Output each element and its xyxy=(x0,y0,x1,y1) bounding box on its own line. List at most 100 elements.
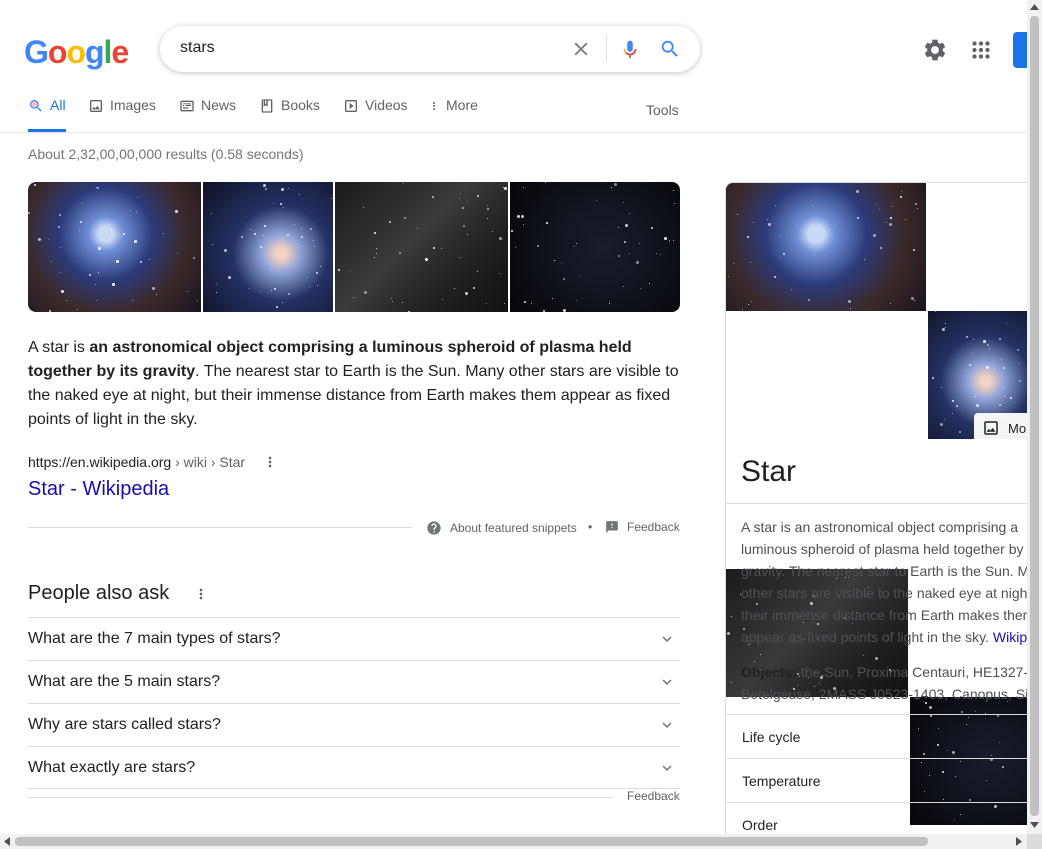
snippet-feedback-link[interactable]: Feedback xyxy=(605,520,680,534)
star-dot xyxy=(460,256,462,258)
star-dot xyxy=(294,223,296,225)
tab-books[interactable]: Books xyxy=(259,96,320,132)
star-dot xyxy=(391,298,393,300)
video-icon xyxy=(345,100,357,112)
star-dot xyxy=(931,377,934,380)
more-options-icon[interactable] xyxy=(193,584,209,604)
vertical-scrollbar[interactable] xyxy=(1027,0,1042,834)
star-dot xyxy=(914,299,916,301)
more-images-button[interactable]: Mo xyxy=(974,413,1027,443)
star-dot xyxy=(826,234,828,236)
star-dot xyxy=(392,300,394,302)
scroll-down-arrow-icon[interactable] xyxy=(1030,822,1039,828)
star-dot xyxy=(417,227,419,229)
star-dot xyxy=(110,230,112,232)
star-dot xyxy=(885,221,887,223)
microphone-icon[interactable] xyxy=(619,38,641,60)
about-featured-snippets-link[interactable]: About featured snippets xyxy=(426,520,577,536)
paa-question[interactable]: What are the 7 main types of stars? xyxy=(28,617,680,660)
star-dot xyxy=(300,235,303,238)
paa-question[interactable]: What exactly are stars? xyxy=(28,746,680,789)
star-dot xyxy=(155,294,157,296)
star-dot xyxy=(152,287,156,291)
star-dot xyxy=(276,305,279,308)
wikipedia-source-link[interactable]: Wikip xyxy=(993,629,1027,645)
star-dot xyxy=(215,291,217,293)
tab-news[interactable]: News xyxy=(179,96,236,132)
chevron-down-icon xyxy=(662,679,672,685)
paa-feedback-link[interactable]: Feedback xyxy=(627,789,680,803)
kp-desc-line: gravity. The nearest star to Earth is th… xyxy=(741,563,1027,579)
star-dot xyxy=(1010,396,1013,399)
star-dot xyxy=(780,235,782,237)
result-title-link[interactable]: Star - Wikipedia xyxy=(28,478,169,501)
star-dot xyxy=(317,284,319,286)
kp-image-1[interactable] xyxy=(726,183,926,312)
star-dot xyxy=(545,182,547,184)
apps-grid-icon[interactable] xyxy=(968,37,994,63)
clear-icon[interactable] xyxy=(570,38,592,60)
star-dot xyxy=(596,200,598,202)
star-dot xyxy=(543,309,546,312)
sign-in-button[interactable] xyxy=(1013,32,1027,68)
star-dot xyxy=(905,218,907,220)
star-dot xyxy=(38,237,42,241)
search-box[interactable]: stars xyxy=(160,26,700,72)
tab-images[interactable]: Images xyxy=(88,96,156,132)
tools-button[interactable]: Tools xyxy=(646,102,679,118)
kp-row-order[interactable]: Order xyxy=(726,802,1027,834)
scroll-up-arrow-icon[interactable] xyxy=(1030,4,1039,10)
star-dot xyxy=(913,248,916,251)
star-image-3[interactable] xyxy=(335,182,508,312)
star-dot xyxy=(350,269,352,271)
star-dot xyxy=(622,286,624,288)
star-dot xyxy=(60,272,62,274)
star-dot xyxy=(59,213,62,216)
tab-label: All xyxy=(50,97,66,113)
star-dot xyxy=(130,210,132,212)
star-dot xyxy=(576,243,578,245)
star-image-4[interactable] xyxy=(509,182,680,312)
settings-gear-icon[interactable] xyxy=(922,37,948,63)
people-also-ask-heading: People also ask xyxy=(28,582,170,604)
star-dot xyxy=(746,236,749,239)
kp-row-temperature[interactable]: Temperature xyxy=(726,758,1027,802)
star-dot xyxy=(768,223,772,227)
star-dot xyxy=(135,212,137,213)
knowledge-panel-images xyxy=(726,183,1027,826)
star-dot xyxy=(260,246,263,249)
people-also-ask-list: What are the 7 main types of stars? What… xyxy=(28,617,680,789)
star-dot xyxy=(635,260,639,264)
star-dot xyxy=(940,423,944,427)
more-options-icon[interactable] xyxy=(262,452,278,472)
star-dot xyxy=(274,288,277,291)
star-dot xyxy=(1001,359,1003,361)
paa-question[interactable]: Why are stars called stars? xyxy=(28,703,680,746)
objects-value[interactable]: Betelgeuse, 2MASS J0523-1403, Canopus, S… xyxy=(741,683,1027,705)
vertical-scroll-thumb[interactable] xyxy=(1030,16,1039,816)
star-dot xyxy=(573,246,575,248)
objects-value[interactable]: the Sun, Proxima Centauri, HE1327- xyxy=(797,664,1027,680)
star-dot xyxy=(916,208,918,210)
star-dot xyxy=(487,218,489,220)
paa-question[interactable]: What are the 5 main stars? xyxy=(28,660,680,703)
star-dot xyxy=(174,209,178,213)
tab-all[interactable]: All xyxy=(28,96,66,132)
star-dot xyxy=(472,287,475,289)
kp-desc-line: A star is an astronomical object compris… xyxy=(741,519,1019,535)
star-image-2[interactable] xyxy=(203,182,334,312)
tab-videos[interactable]: Videos xyxy=(343,96,408,132)
star-dot xyxy=(401,301,403,303)
search-input[interactable]: stars xyxy=(180,39,215,57)
star-dot xyxy=(223,249,227,253)
kp-row-life-cycle[interactable]: Life cycle xyxy=(726,714,1027,758)
scroll-right-arrow-icon[interactable] xyxy=(1016,837,1022,846)
star-image-1[interactable] xyxy=(28,182,202,312)
horizontal-scrollbar[interactable] xyxy=(0,834,1027,849)
search-icon[interactable] xyxy=(659,38,681,60)
tab-more[interactable]: More xyxy=(428,96,478,132)
horizontal-scroll-thumb[interactable] xyxy=(15,837,928,846)
star-dot xyxy=(935,311,937,313)
google-logo[interactable]: Google xyxy=(24,34,129,71)
scroll-left-arrow-icon[interactable] xyxy=(4,837,10,846)
